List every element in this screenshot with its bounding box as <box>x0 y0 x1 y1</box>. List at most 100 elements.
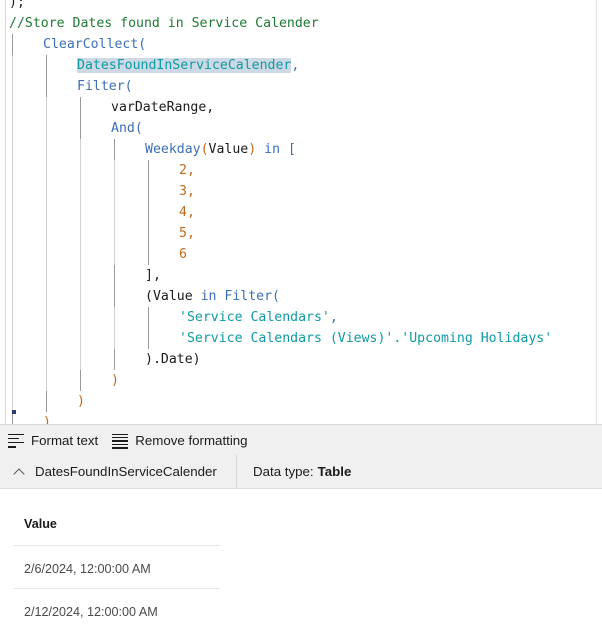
indent-guide <box>46 307 47 328</box>
code-line: Filter( <box>77 76 133 97</box>
code-token: Filter( <box>77 79 133 94</box>
indent-guide <box>80 118 81 139</box>
code-token: , <box>329 310 338 325</box>
indent-guide <box>12 328 13 349</box>
result-variable-name: DatesFoundInServiceCalender <box>35 464 217 479</box>
code-token: 'Service Calendars (Views)'.'Upcoming Ho… <box>179 331 553 346</box>
code-token: ).Date) <box>145 352 201 367</box>
indent-guide <box>46 118 47 139</box>
indent-guide <box>46 286 47 307</box>
indent-guide <box>80 265 81 286</box>
indent-guide <box>114 349 115 370</box>
code-token: 'Service Calendars' <box>179 310 330 325</box>
row-divider <box>14 588 220 589</box>
formula-editor-pane[interactable]: ); //Store Dates found in Service Calende… <box>0 0 602 424</box>
indent-guide <box>80 139 81 160</box>
code-token: ClearCollect( <box>43 37 147 52</box>
indent-guide <box>46 265 47 286</box>
code-line: 3, <box>179 181 195 202</box>
indent-guide <box>80 307 81 328</box>
indent-guide <box>46 97 47 118</box>
indent-guide <box>80 223 81 244</box>
code-line: Weekday(Value) in [ <box>145 139 296 160</box>
code-line: (Value in Filter( <box>145 286 280 307</box>
result-data-table[interactable]: Value 2/6/2024, 12:00:00 AM 2/12/2024, 12:… <box>0 489 602 636</box>
indent-guide <box>80 328 81 349</box>
code-line: 6 <box>179 244 187 265</box>
indent-guide <box>12 181 13 202</box>
indent-guide <box>46 202 47 223</box>
indent-guide <box>80 160 81 181</box>
code-line: 'Service Calendars (Views)'.'Upcoming Ho… <box>179 328 552 349</box>
indent-guide <box>12 307 13 328</box>
indent-guide <box>12 118 13 139</box>
indent-guide <box>12 223 13 244</box>
code-line: varDateRange, <box>111 97 214 118</box>
indent-guide <box>46 181 47 202</box>
indent-guide <box>46 391 47 412</box>
indent-guide <box>148 244 149 265</box>
indent-guide <box>114 265 115 286</box>
data-type-info: Data type: Table <box>237 455 351 488</box>
code-line: ) <box>43 412 51 424</box>
indent-guide <box>12 55 13 76</box>
indent-guide <box>148 328 149 349</box>
code-token: And( <box>111 121 143 136</box>
column-header[interactable]: Value <box>24 517 57 531</box>
indent-guide <box>12 34 13 55</box>
indent-guide <box>12 76 13 97</box>
indent-guide <box>114 160 115 181</box>
code-line: 5, <box>179 223 195 244</box>
indent-guide <box>114 307 115 328</box>
indent-guide <box>46 139 47 160</box>
code-token: in [ <box>256 142 296 157</box>
data-type-value: Table <box>317 464 352 479</box>
code-token: ); <box>9 0 25 10</box>
code-token: DatesFoundInServiceCalender <box>77 58 292 73</box>
indent-guide <box>12 391 13 412</box>
data-type-prefix: Data type: <box>253 464 314 479</box>
code-line: 4, <box>179 202 195 223</box>
remove-formatting-label: Remove formatting <box>135 432 248 448</box>
indent-guide <box>46 76 47 97</box>
indent-guide <box>12 97 13 118</box>
indent-guide <box>46 223 47 244</box>
code-token: //Store Dates found in Service Calender <box>9 16 319 31</box>
code-line: And( <box>111 118 143 139</box>
remove-formatting-button[interactable]: Remove formatting <box>104 426 253 454</box>
format-text-icon <box>8 433 24 448</box>
code-line: ); <box>9 0 25 13</box>
indent-guide <box>114 202 115 223</box>
indent-guide <box>80 349 81 370</box>
indent-guide <box>12 160 13 181</box>
chevron-up-icon <box>14 466 26 478</box>
indent-guide <box>46 349 47 370</box>
code-token: ) <box>43 415 51 424</box>
code-token: Value <box>152 289 193 304</box>
code-token: ( <box>200 142 209 157</box>
code-token: 2, <box>179 163 195 178</box>
code-line: ], <box>145 265 161 286</box>
code-token: ) <box>111 373 119 388</box>
result-collapse-toggle[interactable]: DatesFoundInServiceCalender <box>0 455 237 488</box>
indent-guide <box>12 139 13 160</box>
code-token: ) <box>248 142 257 157</box>
indent-guide <box>80 202 81 223</box>
indent-guide <box>12 349 13 370</box>
text-cursor <box>12 410 16 414</box>
code-token: 3, <box>179 184 195 199</box>
indent-guide <box>114 139 115 160</box>
table-cell[interactable]: 2/12/2024, 12:00:00 AM <box>24 605 158 619</box>
indent-guide <box>80 181 81 202</box>
code-text-area[interactable]: ); //Store Dates found in Service Calende… <box>0 0 602 424</box>
indent-guide <box>148 223 149 244</box>
code-token: Weekday <box>145 142 201 157</box>
indent-guide <box>80 244 81 265</box>
indent-guide <box>46 370 47 391</box>
code-token: Value <box>208 142 249 157</box>
row-divider <box>14 545 220 546</box>
code-token: Filter( <box>224 289 280 304</box>
code-token: ( <box>145 289 153 304</box>
format-text-button[interactable]: Format text <box>0 426 104 454</box>
table-cell[interactable]: 2/6/2024, 12:00:00 AM <box>24 562 151 576</box>
